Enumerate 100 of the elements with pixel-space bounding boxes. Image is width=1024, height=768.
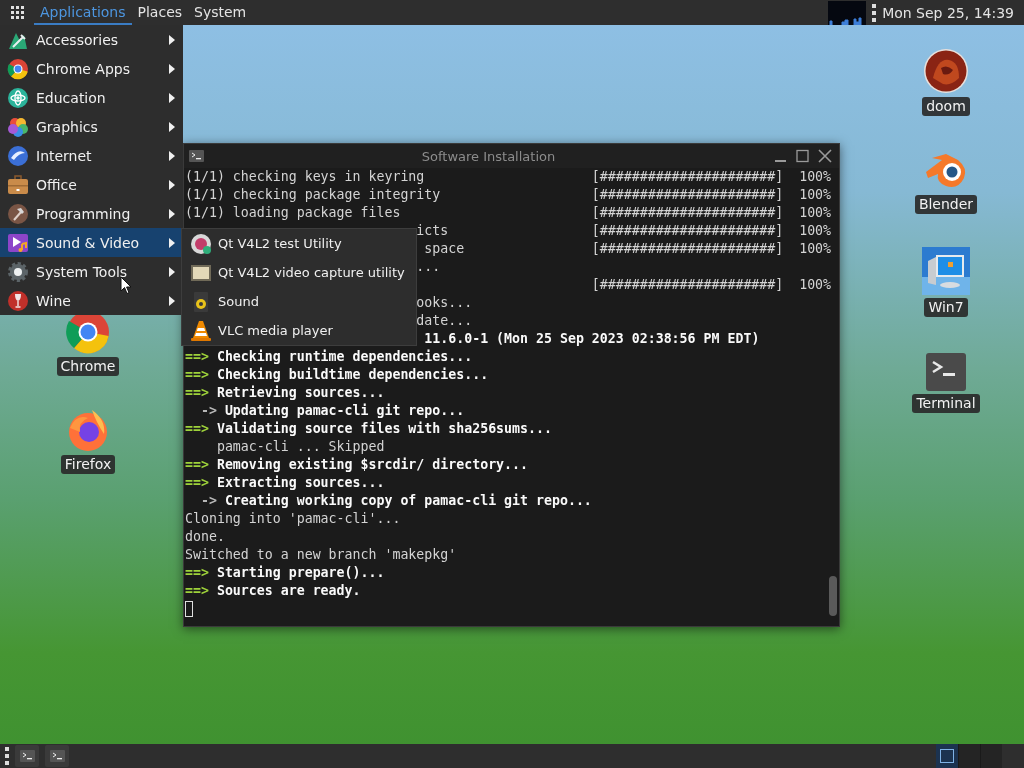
terminal-text: Extracting sources...	[216, 474, 385, 492]
colored-petals-icon	[7, 115, 29, 138]
prompt-arrow: ->	[200, 492, 217, 510]
menu-item[interactable]: Qt V4L2 video capture utility	[182, 258, 416, 287]
desktop-icon-label[interactable]: Terminal	[912, 394, 980, 413]
terminal-text: Cloning into 'pamac-cli'...	[185, 510, 401, 528]
terminal-text: icts	[416, 223, 449, 238]
hammer-icon	[7, 202, 29, 225]
terminal-text: space	[424, 241, 465, 256]
percent-text: 100%	[799, 222, 833, 240]
terminal-text: Updating pamac-cli git repo...	[224, 402, 465, 420]
traffic-cone-icon	[190, 319, 212, 342]
terminal-text: Checking buildtime dependencies...	[216, 366, 489, 384]
progress-text: [######################]	[591, 276, 785, 294]
menu-item[interactable]: Accessories	[0, 25, 183, 54]
terminal-text: (1/1) checking keys in keyring	[185, 169, 425, 184]
menu-item[interactable]: VLC media player	[182, 316, 416, 345]
terminal-text: (1/1) checking package integrity	[185, 187, 441, 202]
prompt-arrow: ==>	[185, 456, 209, 474]
handle-icon	[5, 747, 9, 765]
prompt-arrow: ==>	[185, 384, 209, 402]
progress-text: [######################]	[591, 222, 785, 240]
menu-item[interactable]: Qt V4L2 test Utility	[182, 229, 416, 258]
prompt-arrow: ==>	[185, 564, 209, 582]
flame-globe-icon	[66, 408, 110, 452]
progress-text: [######################]	[591, 204, 785, 222]
submenu-arrow-icon	[169, 179, 175, 190]
submenu-arrow-icon	[169, 266, 175, 277]
text-cursor	[185, 601, 193, 617]
creature-avatar-icon	[923, 48, 969, 94]
terminal-icon	[189, 150, 204, 162]
maximize-button[interactable]	[795, 148, 811, 164]
menu-item[interactable]: Chrome Apps	[0, 54, 183, 83]
desktop-icon-label[interactable]: Firefox	[60, 455, 116, 474]
terminal-text: Removing existing $srcdir/ directory...	[216, 456, 529, 474]
submenu-arrow-icon	[169, 150, 175, 161]
terminal-text: ...	[416, 258, 441, 276]
app-grid-icon	[11, 6, 24, 19]
menu-item[interactable]: Graphics	[0, 112, 183, 141]
menu-item[interactable]: Education	[0, 83, 183, 112]
menu-item[interactable]: Sound	[182, 287, 416, 316]
media-icon	[7, 231, 29, 254]
gear-icon	[7, 260, 29, 283]
submenu-arrow-icon	[169, 92, 175, 103]
menu-item[interactable]: Office	[0, 170, 183, 199]
submenu-arrow-icon	[169, 295, 175, 306]
percent-text: 100%	[799, 186, 833, 204]
terminal-text: ooks...	[416, 294, 473, 312]
window-title: Software Installation	[420, 148, 557, 164]
lens-icon	[190, 232, 212, 255]
terminal-text: Creating working copy of pamac-cli git repo...	[224, 492, 592, 510]
terminal-text: (1/1) loading package files	[185, 205, 401, 220]
taskbar-button[interactable]	[45, 745, 69, 767]
menu-item[interactable]: Programming	[0, 199, 183, 228]
prompt-arrow: ->	[200, 402, 217, 420]
globe-icon	[7, 144, 29, 167]
menu-item[interactable]: Internet	[0, 141, 183, 170]
prompt-arrow: ==>	[185, 474, 209, 492]
terminal-text: Starting prepare()...	[216, 564, 385, 582]
scrollbar[interactable]	[829, 576, 837, 616]
desktop-icon-label[interactable]: Chrome	[56, 357, 120, 376]
submenu-arrow-icon	[169, 237, 175, 248]
terminal-text: date...	[416, 312, 473, 330]
terminal-text: done.	[185, 528, 225, 546]
panel-menu[interactable]: Places	[131, 0, 189, 25]
briefcase-icon	[7, 173, 29, 196]
clock[interactable]: Mon Sep 25, 14:39	[882, 4, 1014, 21]
percent-text: 100%	[799, 276, 833, 294]
workspace-button[interactable]	[936, 744, 958, 768]
progress-text: [######################]	[591, 240, 785, 258]
close-icon	[817, 148, 833, 164]
terminal-icon	[49, 750, 65, 762]
taskbar-button[interactable]	[15, 745, 39, 767]
terminal-text: 11.6.0-1 (Mon 25 Sep 2023 02:38:56 PM EDT)	[424, 330, 760, 348]
terminal-text: pamac-cli ... Skipped	[216, 438, 385, 456]
handle-icon	[872, 3, 877, 22]
close-button[interactable]	[817, 148, 833, 164]
menu-item[interactable]: Sound & Video	[0, 228, 183, 257]
percent-text: 100%	[799, 240, 833, 258]
desktop-icon-label[interactable]: doom	[922, 97, 970, 116]
atom-icon	[7, 86, 29, 109]
submenu-arrow-icon	[169, 121, 175, 132]
wine-glass-icon	[7, 289, 29, 312]
minimize-icon	[775, 160, 786, 162]
prompt-arrow: ==>	[185, 366, 209, 384]
terminal-icon	[926, 353, 966, 391]
submenu-arrow-icon	[169, 63, 175, 74]
terminal-text: Switched to a new branch 'makepkg'	[185, 546, 457, 564]
terminal-icon	[19, 750, 35, 762]
submenu-arrow-icon	[169, 208, 175, 219]
prompt-arrow: ==>	[185, 420, 209, 438]
panel-menu[interactable]: System	[188, 0, 253, 25]
desktop-icon-label[interactable]: Win7	[924, 298, 968, 317]
terminal-text: Retrieving sources...	[216, 384, 385, 402]
submenu-arrow-icon	[169, 34, 175, 45]
desktop-icon-label[interactable]: Blender	[914, 195, 978, 214]
computer-icon	[922, 247, 970, 295]
terminal-text: Checking runtime dependencies...	[216, 348, 473, 366]
maximize-icon	[795, 148, 811, 164]
terminal-text: Validating source files with sha256sums...	[216, 420, 552, 438]
